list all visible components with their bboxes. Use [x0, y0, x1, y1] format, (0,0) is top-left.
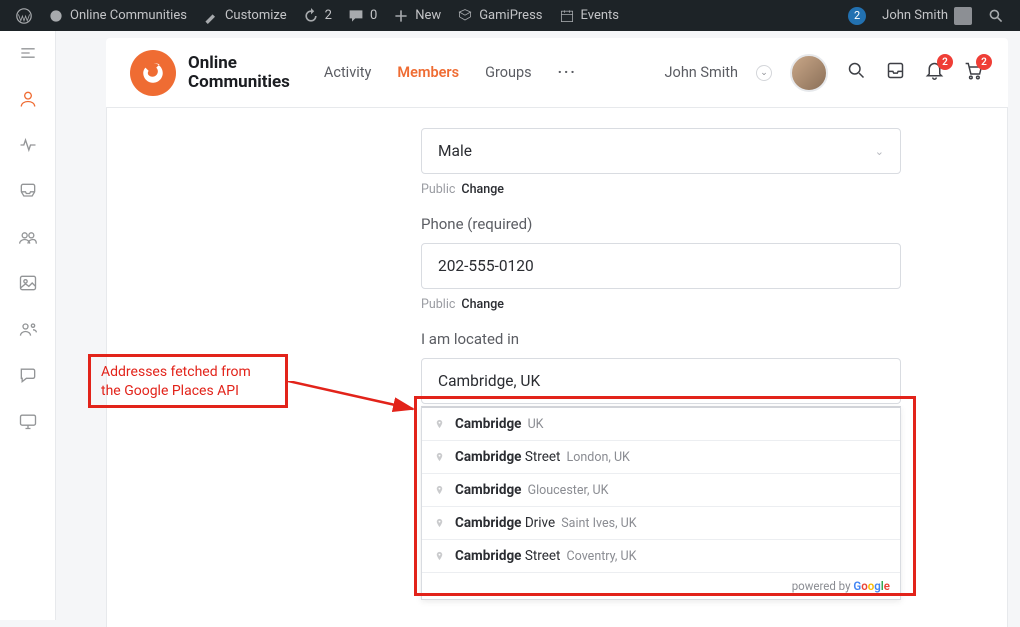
- logo-mark: [130, 50, 176, 96]
- bell-badge: 2: [937, 54, 953, 70]
- map-pin-icon: [434, 483, 445, 498]
- friends-icon[interactable]: [18, 319, 38, 339]
- gender-visibility: Public: [421, 182, 455, 197]
- map-pin-icon: [434, 450, 445, 465]
- autocomplete-item[interactable]: Cambridge UK: [422, 408, 900, 441]
- site-logo[interactable]: OnlineCommunities: [130, 50, 290, 96]
- activity-pulse-icon[interactable]: [18, 135, 38, 155]
- header-username[interactable]: John Smith: [665, 64, 738, 81]
- header-search-icon[interactable]: [846, 60, 867, 85]
- wp-avatar: [954, 7, 972, 25]
- logo-text: OnlineCommunities: [188, 54, 290, 91]
- phone-label: Phone (required): [421, 215, 901, 233]
- wp-updates[interactable]: 2: [295, 0, 340, 31]
- groups-icon[interactable]: [18, 227, 38, 247]
- header-cart-icon[interactable]: 2: [963, 60, 984, 85]
- wp-customize[interactable]: Customize: [195, 0, 295, 31]
- autocomplete-item[interactable]: Cambridge Drive Saint Ives, UK: [422, 507, 900, 540]
- wp-gamipress[interactable]: GamiPress: [449, 0, 550, 31]
- nav-more[interactable]: ···: [558, 64, 577, 81]
- user-menu-chevron[interactable]: ⌄: [756, 65, 772, 81]
- media-icon[interactable]: [18, 273, 38, 293]
- left-rail: [0, 31, 56, 620]
- header-bell-icon[interactable]: 2: [924, 60, 945, 85]
- wp-search[interactable]: [980, 0, 1012, 31]
- wp-site-name[interactable]: Online Communities: [40, 0, 195, 31]
- wp-notifications[interactable]: 2: [840, 0, 874, 31]
- menu-toggle-icon[interactable]: [18, 43, 38, 63]
- map-pin-icon: [434, 516, 445, 531]
- gender-value: Male: [438, 142, 472, 160]
- primary-nav: Activity Members Groups ···: [324, 64, 577, 81]
- phone-change-link[interactable]: Change: [461, 297, 504, 312]
- autocomplete-item[interactable]: Cambridge Gloucester, UK: [422, 474, 900, 507]
- cart-badge: 2: [976, 54, 992, 70]
- nav-groups[interactable]: Groups: [485, 64, 532, 81]
- map-pin-icon: [434, 549, 445, 564]
- wp-events[interactable]: Events: [551, 0, 627, 31]
- gender-select[interactable]: Male ⌄: [421, 128, 901, 174]
- site-header: OnlineCommunities Activity Members Group…: [106, 38, 1008, 108]
- autocomplete-item[interactable]: Cambridge Street London, UK: [422, 441, 900, 474]
- phone-input[interactable]: [421, 243, 901, 289]
- nav-activity[interactable]: Activity: [324, 64, 371, 81]
- chevron-down-icon: ⌄: [875, 145, 884, 158]
- location-autocomplete-dropdown: Cambridge UKCambridge Street London, UKC…: [421, 406, 901, 600]
- autocomplete-item[interactable]: Cambridge Street Coventry, UK: [422, 540, 900, 573]
- gender-change-link[interactable]: Change: [461, 182, 504, 197]
- chat-icon[interactable]: [18, 365, 38, 385]
- powered-by-google: powered by Google: [422, 573, 900, 599]
- location-input[interactable]: [421, 358, 901, 404]
- profile-icon[interactable]: [18, 89, 38, 109]
- wp-user-menu[interactable]: John Smith: [874, 0, 980, 31]
- wp-logo[interactable]: [8, 0, 40, 31]
- field-phone: Phone (required) Public Change: [421, 215, 901, 312]
- wp-comments[interactable]: 0: [340, 0, 385, 31]
- map-pin-icon: [434, 417, 445, 432]
- profile-edit-panel: Male ⌄ Public Change Phone (required) Pub…: [106, 108, 1008, 627]
- header-inbox-icon[interactable]: [885, 60, 906, 85]
- field-location: I am located in Cambridge UKCambridge St…: [421, 330, 901, 404]
- inbox-icon[interactable]: [18, 181, 38, 201]
- wp-new[interactable]: New: [385, 0, 449, 31]
- display-icon[interactable]: [18, 411, 38, 431]
- field-gender: Male ⌄ Public Change: [421, 128, 901, 197]
- wp-admin-bar: Online Communities Customize 2 0 New Gam…: [0, 0, 1020, 31]
- header-avatar[interactable]: [790, 54, 828, 92]
- location-label: I am located in: [421, 330, 901, 348]
- nav-members[interactable]: Members: [397, 64, 459, 81]
- phone-visibility: Public: [421, 297, 455, 312]
